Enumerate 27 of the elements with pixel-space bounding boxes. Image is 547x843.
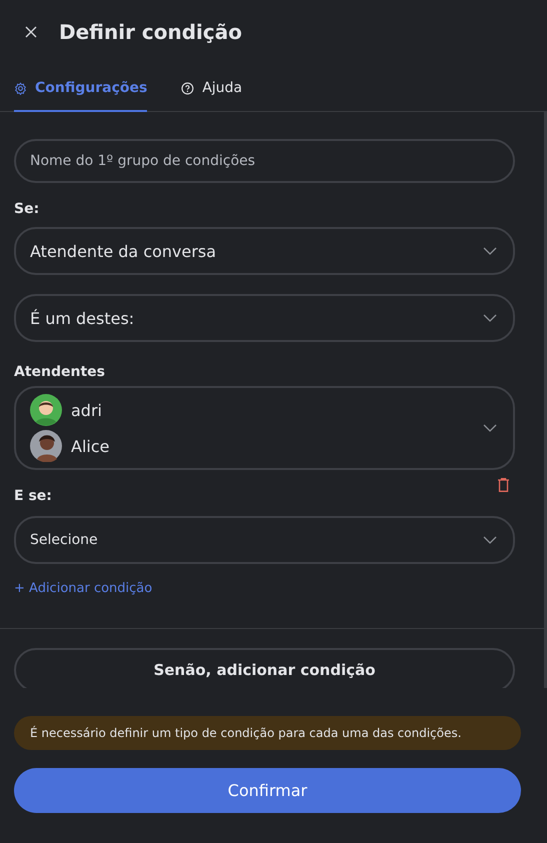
condition-select[interactable]: Atendente da conversa bbox=[14, 227, 515, 275]
section-label: Atendentes bbox=[14, 364, 105, 380]
close-icon[interactable] bbox=[25, 26, 37, 38]
operator-select[interactable]: É um destes: bbox=[14, 294, 515, 342]
chevron-icon bbox=[483, 314, 497, 322]
warning-message: É necessário definir um tipo de condição para cada uma das condições. bbox=[14, 716, 521, 750]
chevron-icon bbox=[483, 536, 497, 544]
group-name-field[interactable]: Nome do 1º grupo de condições bbox=[14, 139, 515, 183]
gear-icon bbox=[14, 82, 27, 94]
section-label: E se: bbox=[14, 488, 52, 504]
agent-name: adri bbox=[71, 400, 102, 420]
tab[interactable]: Configurações bbox=[14, 80, 148, 112]
chevron-icon bbox=[483, 424, 497, 432]
add-condition-link[interactable]: + Adicionar condição bbox=[14, 581, 152, 596]
help-icon bbox=[181, 82, 194, 94]
avatar-icon bbox=[30, 430, 62, 462]
confirm-button[interactable]: Confirmar bbox=[14, 768, 521, 813]
agent-name: Alice bbox=[71, 436, 110, 456]
trash-icon[interactable] bbox=[498, 478, 509, 492]
tab[interactable]: Ajuda bbox=[181, 80, 242, 112]
chevron-icon bbox=[483, 247, 497, 255]
agents-select[interactable]: adri Alice bbox=[14, 386, 515, 470]
avatar-icon bbox=[30, 394, 62, 426]
dialog-title: Definir condição bbox=[59, 20, 242, 44]
else-button[interactable]: Senão, adicionar condição bbox=[14, 648, 515, 688]
section-label: Se: bbox=[14, 201, 40, 217]
condition-select[interactable]: Selecione bbox=[14, 516, 515, 564]
